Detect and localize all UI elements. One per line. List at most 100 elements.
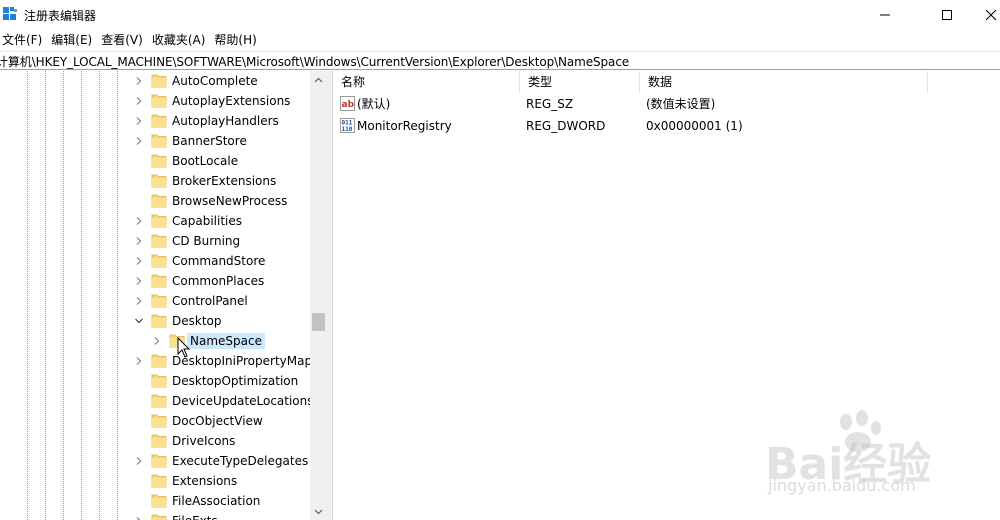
tree-item-label: BannerStore [172, 134, 247, 148]
scroll-down-button[interactable] [310, 503, 327, 520]
chevron-right-icon[interactable] [133, 135, 145, 147]
tree-item[interactable]: ControlPanel [0, 291, 312, 311]
tree-item[interactable]: BrokerExtensions [0, 171, 312, 191]
menu-favorites[interactable]: 收藏夹(A) [150, 30, 213, 50]
chevron-up-icon [314, 77, 323, 82]
chevron-right-icon[interactable] [133, 255, 145, 267]
close-icon [985, 9, 997, 21]
tree-item-label: AutoplayHandlers [172, 114, 279, 128]
value-row[interactable]: ab (默认) REG_SZ (数值未设置) [333, 93, 1000, 115]
tree-item-label: CD Burning [172, 234, 241, 248]
value-name: MonitorRegistry [357, 119, 452, 133]
menu-file[interactable]: 文件(F) [0, 30, 49, 50]
tree-item[interactable]: BannerStore [0, 131, 312, 151]
key-tree-pane[interactable]: AutoComplete AutoplayExtensions AutoplayHa… [0, 71, 327, 520]
folder-icon [151, 374, 167, 388]
folder-icon [151, 234, 167, 248]
folder-icon [151, 294, 167, 308]
tree-item-label: DesktopOptimization [172, 374, 299, 388]
tree-item[interactable]: FileExts [0, 511, 312, 520]
tree-item[interactable]: ExecuteTypeDelegates [0, 451, 312, 471]
tree-item[interactable]: CommandStore [0, 251, 312, 271]
tree-item-label: CommandStore [172, 254, 266, 268]
tree-item[interactable]: DesktopOptimization [0, 371, 312, 391]
tree-item[interactable]: DeviceUpdateLocations [0, 391, 314, 411]
tree-item[interactable]: AutoComplete [0, 71, 312, 91]
tree-item-label: BootLocale [172, 154, 239, 168]
list-header: 名称 类型 数据 [333, 71, 1000, 93]
tree-item[interactable]: DriveIcons [0, 431, 312, 451]
tree-item[interactable]: Capabilities [0, 211, 312, 231]
tree-item[interactable]: DocObjectView [0, 411, 312, 431]
chevron-right-icon[interactable] [133, 275, 145, 287]
title-bar: 注册表编辑器 [0, 0, 1000, 30]
tree-item-label: Desktop [172, 314, 222, 328]
folder-icon [151, 254, 167, 268]
chevron-right-icon[interactable] [133, 75, 145, 87]
tree-item[interactable]: BootLocale [0, 151, 312, 171]
value-list-pane[interactable]: 名称 类型 数据 ab (默认) REG_SZ (数值未设置) 011 110 … [333, 71, 1000, 520]
tree-item-label: DocObjectView [172, 414, 263, 428]
column-header-data[interactable]: 数据 [640, 71, 928, 93]
tree-item[interactable]: AutoplayHandlers [0, 111, 312, 131]
minimize-button[interactable] [862, 0, 908, 30]
chevron-right-icon[interactable] [151, 335, 163, 347]
tree-item-label: FileExts [169, 513, 221, 520]
chevron-down-icon[interactable] [133, 315, 145, 327]
folder-icon [151, 474, 167, 488]
chevron-right-icon[interactable] [133, 295, 145, 307]
chevron-right-icon[interactable] [133, 515, 145, 520]
tree-item-label: Capabilities [172, 214, 242, 228]
chevron-right-icon[interactable] [133, 115, 145, 127]
tree-item-label: AutoplayExtensions [172, 94, 291, 108]
tree-item[interactable]: Extensions [0, 471, 312, 491]
folder-icon [151, 154, 167, 168]
tree-item[interactable]: DesktopIniPropertyMap [0, 351, 312, 371]
tree-item-label: ControlPanel [172, 294, 248, 308]
tree-item-label: BrowseNewProcess [172, 194, 288, 208]
close-button[interactable] [968, 0, 1000, 30]
tree-item[interactable]: BrowseNewProcess [0, 191, 312, 211]
chevron-right-icon[interactable] [133, 455, 145, 467]
menu-bar: 文件(F) 编辑(E) 查看(V) 收藏夹(A) 帮助(H) [0, 30, 1000, 50]
address-path[interactable]: 计算机\HKEY_LOCAL_MACHINE\SOFTWARE\Microsof… [0, 53, 629, 70]
registry-editor-icon [3, 7, 17, 20]
menu-edit[interactable]: 编辑(E) [49, 30, 99, 50]
mouse-pointer-icon [177, 337, 191, 358]
value-row[interactable]: 011 110 MonitorRegistry REG_DWORD 0x0000… [333, 115, 1000, 137]
tree-item-label: Extensions [172, 474, 238, 488]
chevron-down-icon [314, 509, 323, 514]
tree-scrollbar[interactable] [310, 71, 327, 520]
column-header-type[interactable]: 类型 [520, 71, 640, 93]
tree-item[interactable]: CD Burning [0, 231, 312, 251]
column-header-name[interactable]: 名称 [333, 71, 520, 93]
folder-icon [151, 394, 167, 408]
menu-help[interactable]: 帮助(H) [212, 30, 263, 50]
folder-icon [151, 354, 167, 368]
menu-view[interactable]: 查看(V) [99, 30, 150, 50]
maximize-button[interactable] [924, 0, 970, 30]
tree-item-label: AutoComplete [172, 74, 258, 88]
value-type: REG_DWORD [526, 119, 606, 133]
chevron-right-icon[interactable] [133, 235, 145, 247]
scroll-up-button[interactable] [310, 71, 327, 88]
value-data: 0x00000001 (1) [646, 119, 743, 133]
tree-item[interactable]: AutoplayExtensions [0, 91, 312, 111]
value-data: (数值未设置) [646, 97, 716, 111]
tree-item-label: ExecuteTypeDelegates [172, 454, 309, 468]
scroll-thumb[interactable] [312, 313, 325, 331]
chevron-right-icon[interactable] [133, 215, 145, 227]
chevron-right-icon[interactable] [133, 95, 145, 107]
tree-item[interactable]: NameSpace [0, 331, 312, 351]
tree-item[interactable]: CommonPlaces [0, 271, 312, 291]
chevron-right-icon[interactable] [133, 355, 145, 367]
tree-item-label: CommonPlaces [172, 274, 265, 288]
folder-icon [151, 434, 167, 448]
string-value-icon: ab [340, 96, 355, 111]
tree-item[interactable]: FileAssociation [0, 491, 312, 511]
folder-icon [151, 114, 167, 128]
folder-icon [151, 314, 167, 328]
tree-item-label: DeviceUpdateLocations [172, 394, 314, 408]
tree-item[interactable]: Desktop [0, 311, 312, 331]
address-bar[interactable]: 计算机\HKEY_LOCAL_MACHINE\SOFTWARE\Microsof… [0, 51, 1000, 70]
